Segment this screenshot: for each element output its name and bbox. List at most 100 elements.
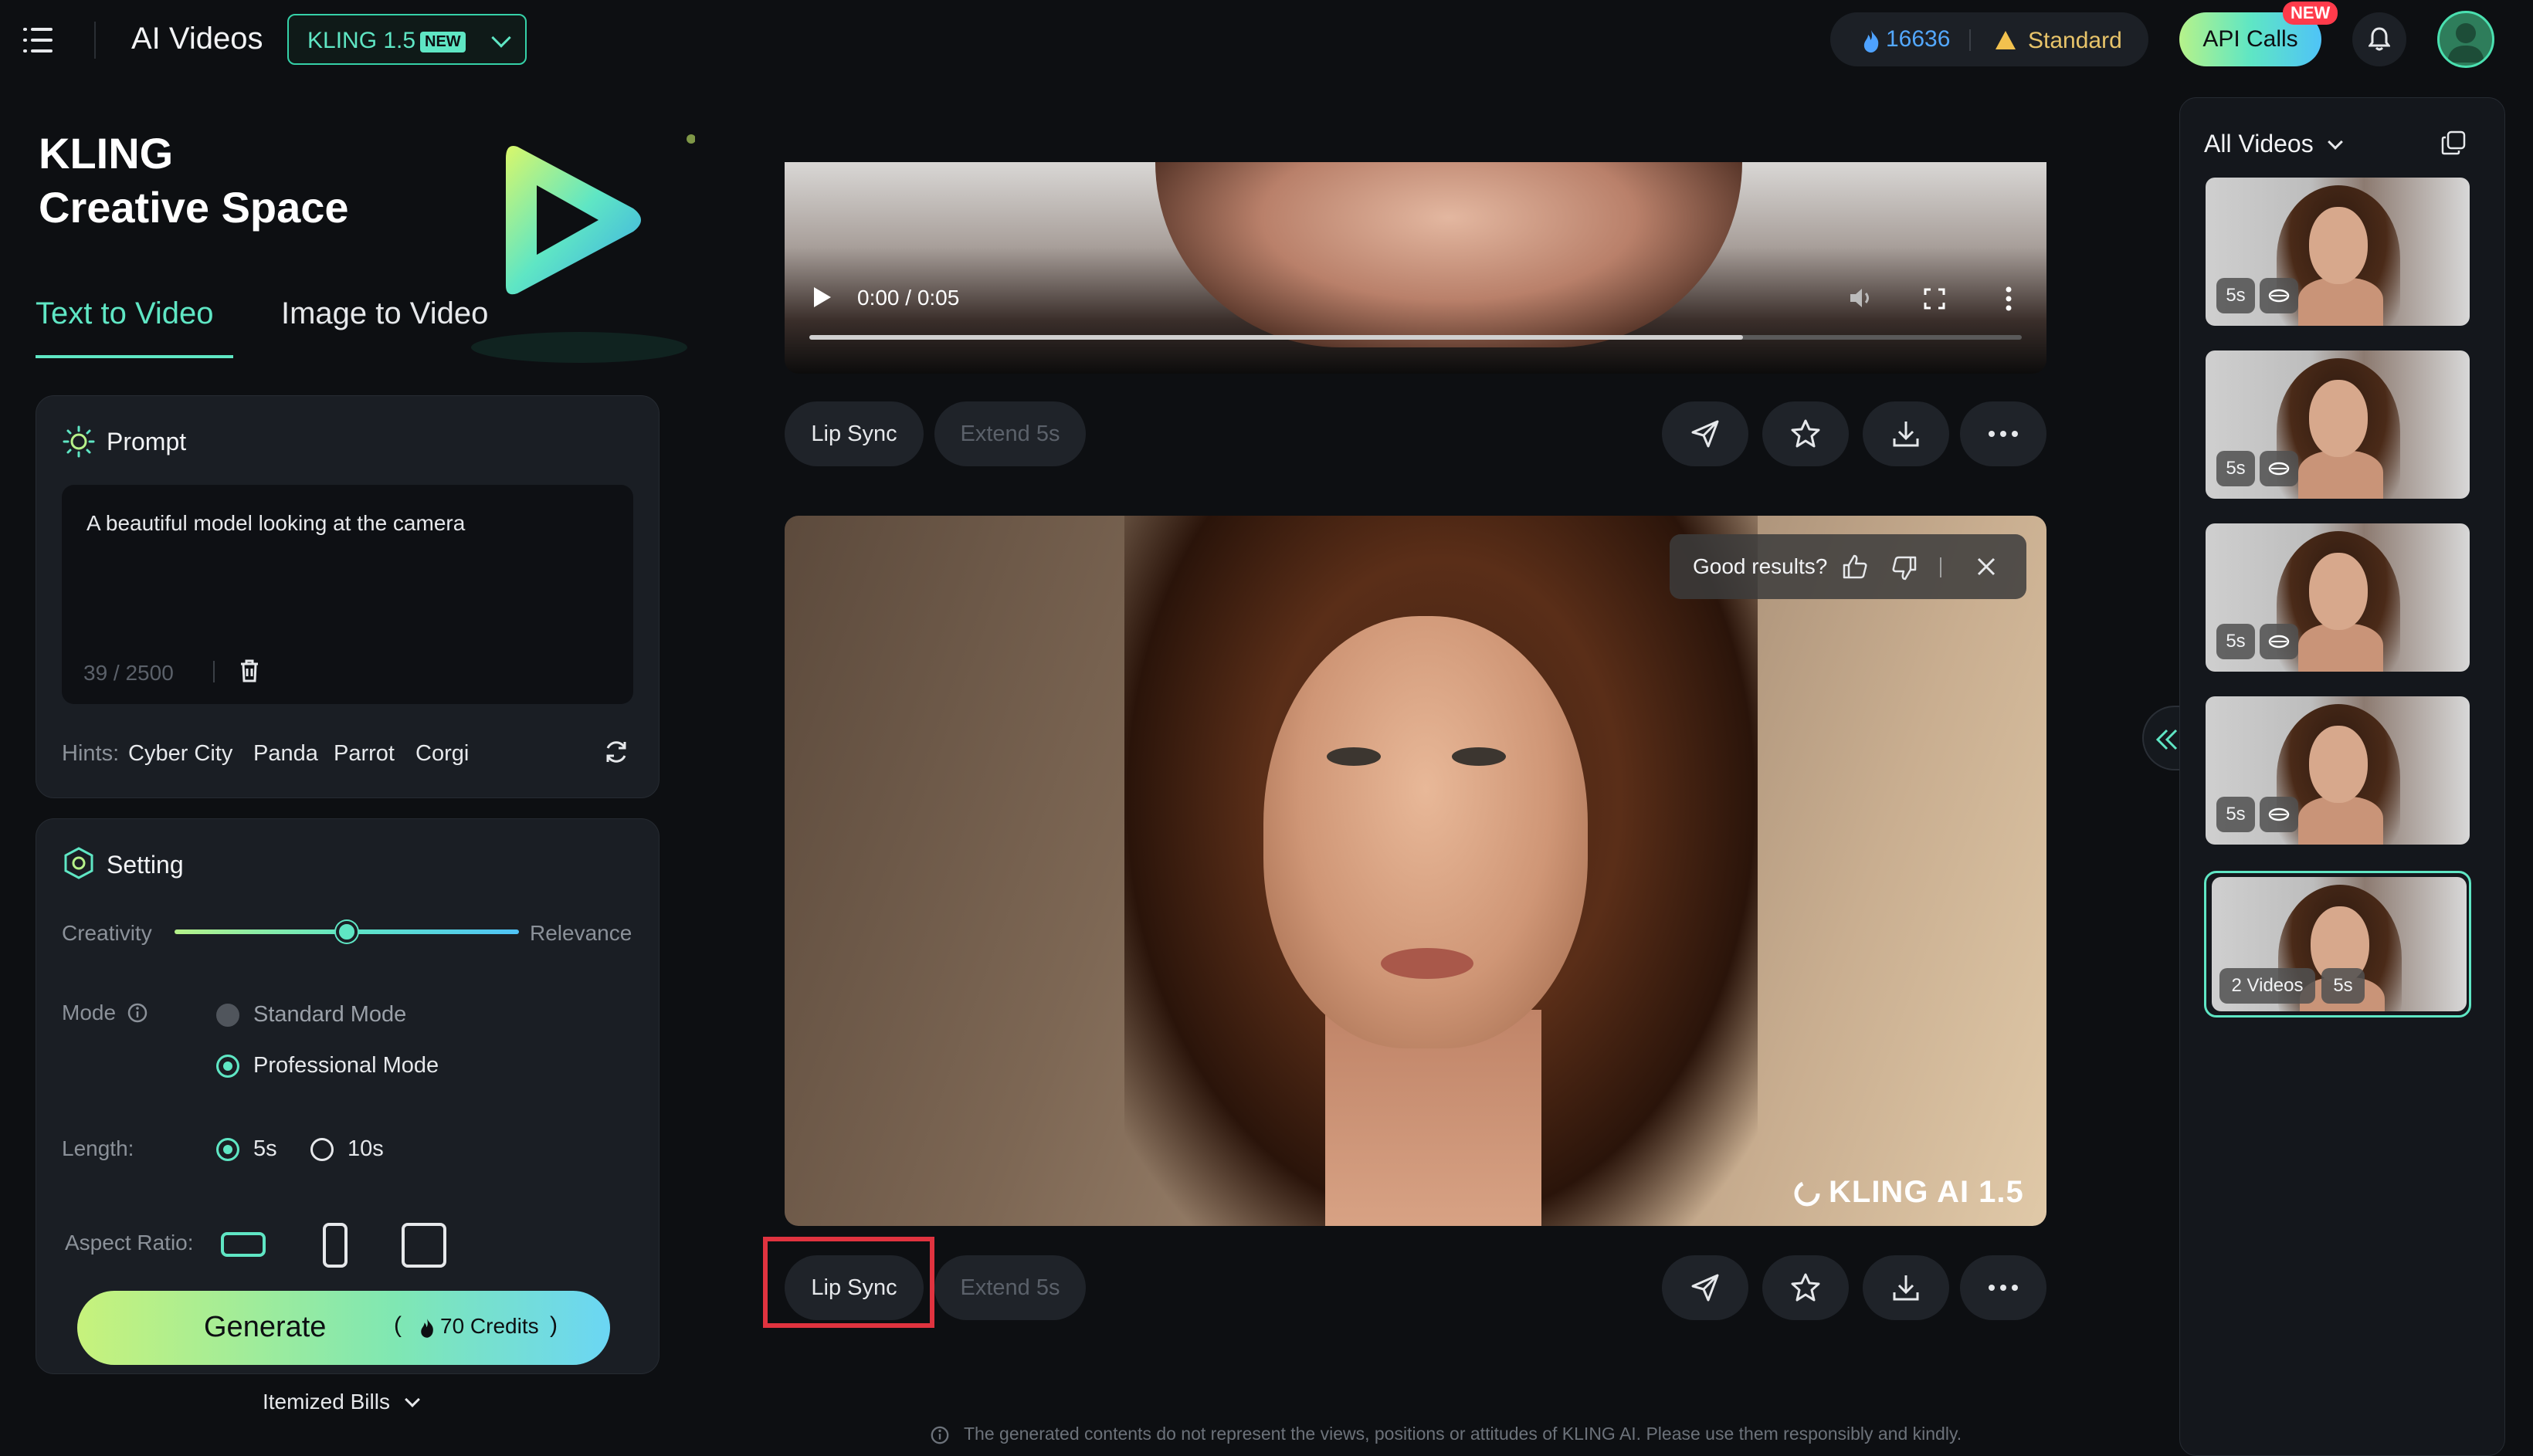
radio-length-10s[interactable] bbox=[310, 1138, 334, 1161]
all-videos-filter[interactable]: All Videos bbox=[2204, 130, 2343, 158]
close-icon[interactable] bbox=[1975, 556, 1997, 577]
tab-image-to-video[interactable]: Image to Video bbox=[281, 296, 488, 331]
history-item-2[interactable]: 5s bbox=[2206, 350, 2470, 499]
disclaimer: The generated contents do not represent … bbox=[964, 1424, 1962, 1444]
top-bar: AI Videos KLING 1.5 NEW 16636 Standard A… bbox=[0, 0, 2533, 80]
video-frame-part bbox=[1327, 747, 1381, 766]
share-button[interactable] bbox=[1662, 401, 1748, 466]
prompt-title: Prompt bbox=[107, 428, 187, 455]
thumbs-down-icon[interactable] bbox=[1890, 554, 1918, 582]
slider-handle[interactable] bbox=[336, 921, 358, 943]
tab-text-to-video[interactable]: Text to Video bbox=[36, 296, 214, 331]
feedback-bar: Good results? bbox=[1670, 534, 2026, 599]
more-button[interactable] bbox=[1960, 401, 2046, 466]
hint-corgi[interactable]: Corgi bbox=[415, 741, 469, 767]
history-item-3[interactable]: 5s bbox=[2206, 523, 2470, 672]
more-horizontal-icon bbox=[1988, 429, 2019, 438]
paren-open: ( bbox=[394, 1312, 402, 1338]
tab-indicator bbox=[36, 355, 233, 358]
chevron-down-icon bbox=[404, 1392, 420, 1407]
kling-watermark-icon bbox=[1792, 1178, 1823, 1209]
video-frame-part bbox=[1263, 616, 1588, 1048]
length-10s-label[interactable]: 10s bbox=[348, 1136, 384, 1162]
more-horizontal-icon bbox=[1988, 1283, 2019, 1292]
video-player-2[interactable] bbox=[785, 516, 2046, 1226]
download-icon bbox=[1890, 1272, 1921, 1303]
sun-icon bbox=[62, 425, 96, 459]
duration-badge: 5s bbox=[2216, 451, 2255, 486]
length-5s-label[interactable]: 5s bbox=[253, 1136, 277, 1162]
notification-button[interactable] bbox=[2352, 12, 2406, 66]
credits-pill[interactable]: 16636 Standard bbox=[1830, 12, 2148, 66]
standard-mode-label[interactable]: Standard Mode bbox=[253, 1002, 406, 1028]
professional-mode-label[interactable]: Professional Mode bbox=[253, 1053, 439, 1078]
download-button[interactable] bbox=[1863, 401, 1949, 466]
divider bbox=[1940, 557, 1941, 577]
thumb-image bbox=[2309, 207, 2368, 284]
video-frame bbox=[1155, 162, 1742, 347]
thumbs-up-icon[interactable] bbox=[1841, 553, 1869, 581]
trash-icon[interactable] bbox=[238, 658, 261, 684]
creativity-label: Creativity bbox=[62, 921, 152, 945]
menu-icon[interactable] bbox=[23, 23, 57, 57]
generate-button[interactable]: Generate ( 70 Credits ) bbox=[77, 1291, 610, 1365]
thumb-image bbox=[2309, 380, 2368, 457]
thumb-image bbox=[2309, 726, 2368, 803]
hint-panda[interactable]: Panda bbox=[253, 741, 318, 767]
radio-standard-mode[interactable] bbox=[216, 1004, 239, 1027]
plan-icon bbox=[1994, 29, 2017, 51]
fullscreen-icon[interactable] bbox=[1923, 287, 1946, 310]
lip-icon bbox=[2260, 797, 2298, 832]
share-button-2[interactable] bbox=[1662, 1255, 1748, 1320]
history-item-5[interactable]: 2 Videos 5s bbox=[2212, 877, 2467, 1011]
thumb-image bbox=[2298, 624, 2383, 672]
extend-button[interactable]: Extend 5s bbox=[934, 401, 1086, 466]
more-vertical-icon[interactable] bbox=[2005, 286, 2012, 312]
extend-button-2[interactable]: Extend 5s bbox=[934, 1255, 1086, 1320]
itemized-bills-button[interactable]: Itemized Bills bbox=[263, 1390, 420, 1414]
volume-icon[interactable] bbox=[1847, 286, 1875, 310]
info-icon[interactable] bbox=[127, 1002, 148, 1024]
hint-parrot[interactable]: Parrot bbox=[334, 741, 395, 767]
relevance-label: Relevance bbox=[530, 921, 632, 945]
credits-count: 16636 bbox=[1886, 26, 1951, 52]
aspect-16-9-icon[interactable] bbox=[221, 1232, 266, 1257]
highlight-box bbox=[763, 1237, 934, 1328]
multi-select-icon[interactable] bbox=[2440, 130, 2467, 156]
flame-icon bbox=[1861, 29, 1881, 53]
download-icon bbox=[1890, 418, 1921, 449]
plan-label: Standard bbox=[2028, 28, 2122, 53]
generate-label: Generate bbox=[204, 1311, 327, 1343]
thumb-image bbox=[2298, 797, 2383, 845]
send-icon bbox=[1690, 418, 1721, 449]
divider bbox=[1969, 29, 1971, 51]
paren-close: ) bbox=[550, 1312, 558, 1338]
history-item-4[interactable]: 5s bbox=[2206, 696, 2470, 845]
hints-label: Hints: bbox=[62, 741, 120, 766]
download-button-2[interactable] bbox=[1863, 1255, 1949, 1320]
radio-professional-mode[interactable] bbox=[216, 1055, 239, 1078]
app-title: AI Videos bbox=[131, 22, 263, 56]
lip-icon bbox=[2260, 451, 2298, 486]
api-new-badge: NEW bbox=[2283, 2, 2338, 25]
radio-length-5s[interactable] bbox=[216, 1138, 239, 1161]
more-button-2[interactable] bbox=[1960, 1255, 2046, 1320]
refresh-icon[interactable] bbox=[602, 738, 630, 766]
favorite-button[interactable] bbox=[1762, 401, 1849, 466]
flame-icon bbox=[419, 1317, 436, 1339]
play-icon[interactable] bbox=[814, 287, 831, 307]
avatar[interactable] bbox=[2437, 11, 2494, 68]
video-player-1[interactable] bbox=[785, 162, 2046, 374]
aspect-1-1-icon[interactable] bbox=[402, 1223, 446, 1268]
favorite-button-2[interactable] bbox=[1762, 1255, 1849, 1320]
hint-cyber-city[interactable]: Cyber City bbox=[128, 741, 232, 767]
history-item-1[interactable]: 5s bbox=[2206, 178, 2470, 326]
aspect-9-16-icon[interactable] bbox=[323, 1223, 348, 1268]
itemized-label: Itemized Bills bbox=[263, 1390, 390, 1414]
video-count-badge: 2 Videos bbox=[2219, 968, 2315, 1004]
lip-sync-button[interactable]: Lip Sync bbox=[785, 401, 924, 466]
new-badge: NEW bbox=[420, 32, 466, 52]
model-select[interactable]: KLING 1.5 NEW bbox=[287, 14, 527, 65]
generate-credits: 70 Credits bbox=[440, 1314, 539, 1338]
chevron-down-icon bbox=[2327, 134, 2343, 150]
